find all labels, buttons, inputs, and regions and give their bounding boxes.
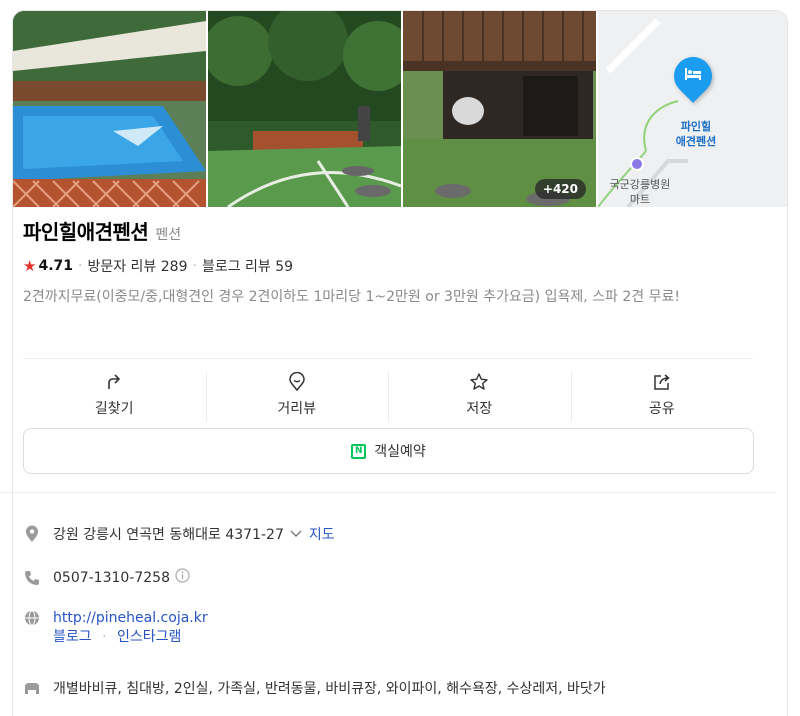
directions-button[interactable]: 길찾기 xyxy=(23,362,206,428)
bed-icon xyxy=(685,68,701,80)
directions-label: 길찾기 xyxy=(94,401,134,417)
share-icon xyxy=(654,374,670,390)
share-button[interactable]: 공유 xyxy=(570,362,754,428)
globe-icon xyxy=(23,609,41,627)
street-view-button[interactable]: 거리뷰 xyxy=(205,362,389,428)
street-view-label: 거리뷰 xyxy=(277,401,317,417)
separator-dot: · xyxy=(192,258,197,274)
amenities-text[interactable]: 개별바비큐, 침대방, 2인실, 가족실, 반려동물, 바비큐장, 와이파이, … xyxy=(53,678,753,698)
location-pin-icon xyxy=(288,372,305,392)
place-description: 2견까지무료(이중모/중,대형견인 경우 2견이하도 1마리당 1~2만원 or… xyxy=(23,289,680,305)
photo-deck[interactable]: +420 xyxy=(403,11,596,207)
map-pin-label: 파인힐 애견펜션 xyxy=(675,120,717,148)
divider xyxy=(23,358,753,359)
place-name[interactable]: 파인힐애견펜션 xyxy=(23,216,149,245)
share-label: 공유 xyxy=(648,401,675,417)
directions-icon xyxy=(108,374,121,389)
photo-gallery: +420 파인힐 애견펜션 국군강릉병원 마트 xyxy=(13,11,787,207)
location-icon xyxy=(23,525,41,543)
star-icon: ★ xyxy=(23,257,37,275)
visitor-reviews-link[interactable]: 방문자 리뷰 289 xyxy=(87,256,187,276)
more-photos-badge[interactable]: +420 xyxy=(534,179,586,199)
save-button[interactable]: 저장 xyxy=(388,362,571,428)
photo-pool[interactable] xyxy=(13,11,206,207)
photo-yard[interactable] xyxy=(208,11,401,207)
mini-map[interactable]: 파인힐 애견펜션 국군강릉병원 마트 xyxy=(598,11,787,207)
star-outline-icon xyxy=(470,373,488,390)
amenities-icon xyxy=(23,679,41,697)
instagram-link[interactable]: 인스타그램 xyxy=(117,629,181,645)
website-link[interactable]: http://pineheal.coja.kr xyxy=(53,610,208,626)
address-row: 강원 강릉시 연곡면 동해대로 4371-27 지도 xyxy=(23,524,335,544)
blog-link[interactable]: 블로그 xyxy=(53,629,92,645)
shop-icon xyxy=(630,157,644,171)
map-link[interactable]: 지도 xyxy=(309,524,335,544)
amenities-row: 개별바비큐, 침대방, 2인실, 가족실, 반려동물, 바비큐장, 와이파이, … xyxy=(23,678,753,698)
address-text[interactable]: 강원 강릉시 연곡면 동해대로 4371-27 xyxy=(53,524,284,544)
rating-value: 4.71 xyxy=(38,258,73,274)
action-bar: 길찾기 거리뷰 저장 공유 xyxy=(23,362,753,428)
save-label: 저장 xyxy=(466,401,493,417)
phone-row: 0507-1310-7258 xyxy=(23,568,190,587)
room-reservation-label: 객실예약 xyxy=(374,444,426,460)
separator-dot: · xyxy=(78,258,83,274)
naver-booking-icon: N xyxy=(351,443,367,459)
separator-dot: · xyxy=(102,629,107,645)
phone-icon xyxy=(23,569,41,587)
social-links: 블로그 · 인스타그램 xyxy=(53,626,181,646)
room-reservation-button[interactable]: N 객실예약 xyxy=(23,428,754,474)
chevron-down-icon[interactable] xyxy=(290,526,302,542)
rating-row: ★ 4.71 · 방문자 리뷰 289 · 블로그 리뷰 59 xyxy=(23,256,293,276)
website-row: http://pineheal.coja.kr xyxy=(23,609,208,627)
section-divider xyxy=(0,492,776,493)
phone-number[interactable]: 0507-1310-7258 xyxy=(53,570,170,586)
place-category: 펜션 xyxy=(155,227,182,243)
info-icon[interactable] xyxy=(175,568,190,587)
blog-reviews-link[interactable]: 블로그 리뷰 59 xyxy=(202,256,293,276)
title-row: 파인힐애견펜션 펜션 xyxy=(23,216,181,245)
map-poi-label: 국군강릉병원 마트 xyxy=(609,178,671,206)
